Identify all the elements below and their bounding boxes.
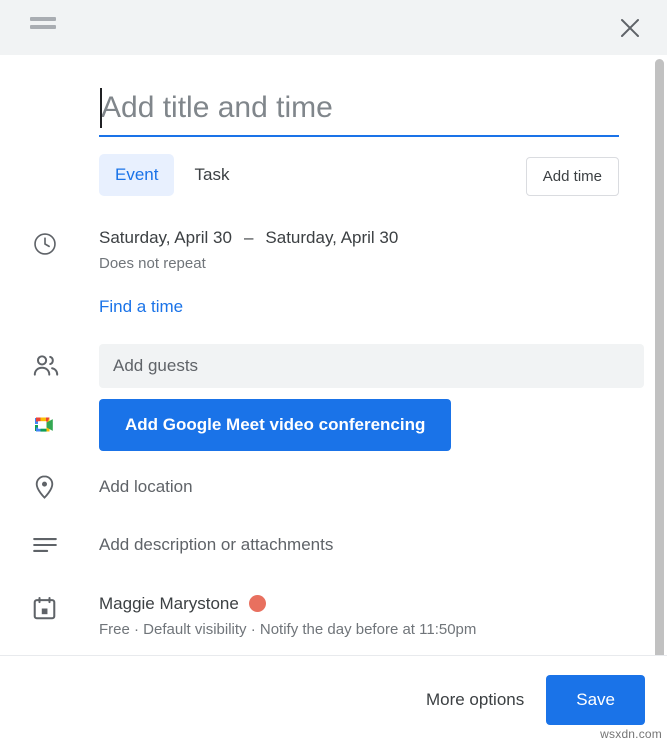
- description-row: [0, 528, 667, 562]
- date-time-content: Saturday, April 30 – Saturday, April 30 …: [67, 225, 667, 275]
- date-line: Saturday, April 30 – Saturday, April 30: [99, 225, 667, 250]
- calendar-details: Free · Default visibility · Notify the d…: [99, 619, 667, 641]
- tab-task[interactable]: Task: [178, 154, 245, 196]
- watermark: wsxdn.com: [600, 727, 662, 741]
- calendar-owner-line[interactable]: Maggie Marystone: [99, 591, 667, 616]
- title-input-wrap: [99, 85, 619, 137]
- create-event-dialog: Event Task Saturday, April 30 – Saturday…: [0, 0, 667, 743]
- calendar-owner-name: Maggie Marystone: [99, 591, 239, 616]
- description-content: [67, 532, 667, 558]
- location-row: [0, 470, 667, 504]
- google-meet-icon: [32, 413, 67, 437]
- date-time-row: Saturday, April 30 – Saturday, April 30 …: [0, 225, 667, 275]
- add-description-input[interactable]: [99, 532, 619, 558]
- date-separator: –: [244, 225, 253, 250]
- title-input[interactable]: [99, 85, 619, 137]
- add-guests-input[interactable]: [99, 344, 644, 388]
- add-location-input[interactable]: [99, 474, 619, 500]
- save-button[interactable]: Save: [546, 675, 645, 725]
- close-button[interactable]: [611, 9, 649, 47]
- description-lines-icon: [32, 535, 67, 555]
- guests-row: [0, 344, 667, 388]
- vertical-scrollbar-track[interactable]: [652, 55, 667, 655]
- tab-event[interactable]: Event: [99, 154, 174, 196]
- title-row: [0, 55, 667, 137]
- add-time-button[interactable]: Add time: [526, 157, 619, 196]
- text-caret: [100, 88, 102, 128]
- close-icon: [619, 17, 641, 39]
- meet-content: Add Google Meet video conferencing: [67, 399, 667, 451]
- calendar-icon: [32, 591, 67, 621]
- find-a-time-link[interactable]: Find a time: [99, 296, 183, 318]
- drag-handle-line: [30, 17, 56, 21]
- meet-row: Add Google Meet video conferencing: [0, 399, 667, 451]
- end-date-button[interactable]: Saturday, April 30: [265, 225, 398, 250]
- people-icon: [32, 353, 67, 379]
- guests-content: [67, 344, 667, 388]
- calendar-row: Maggie Marystone Free · Default visibili…: [0, 591, 667, 641]
- add-google-meet-button[interactable]: Add Google Meet video conferencing: [99, 399, 451, 451]
- time-section: Saturday, April 30 – Saturday, April 30 …: [0, 225, 667, 275]
- more-options-button[interactable]: More options: [410, 679, 540, 721]
- start-date-button[interactable]: Saturday, April 30: [99, 225, 232, 250]
- calendar-content: Maggie Marystone Free · Default visibili…: [67, 591, 667, 641]
- drag-handle-line: [30, 25, 56, 29]
- dialog-footer: More options Save wsxdn.com: [0, 655, 667, 743]
- drag-handle-icon[interactable]: [30, 17, 56, 31]
- repeat-button[interactable]: Does not repeat: [99, 253, 206, 275]
- location-pin-icon: [32, 474, 67, 500]
- dialog-titlebar: [0, 0, 667, 55]
- calendar-color-dot: [249, 595, 266, 612]
- clock-icon: [32, 225, 67, 257]
- location-content: [67, 474, 667, 500]
- dialog-body: Event Task Saturday, April 30 – Saturday…: [0, 55, 667, 655]
- vertical-scrollbar-thumb[interactable]: [655, 59, 664, 655]
